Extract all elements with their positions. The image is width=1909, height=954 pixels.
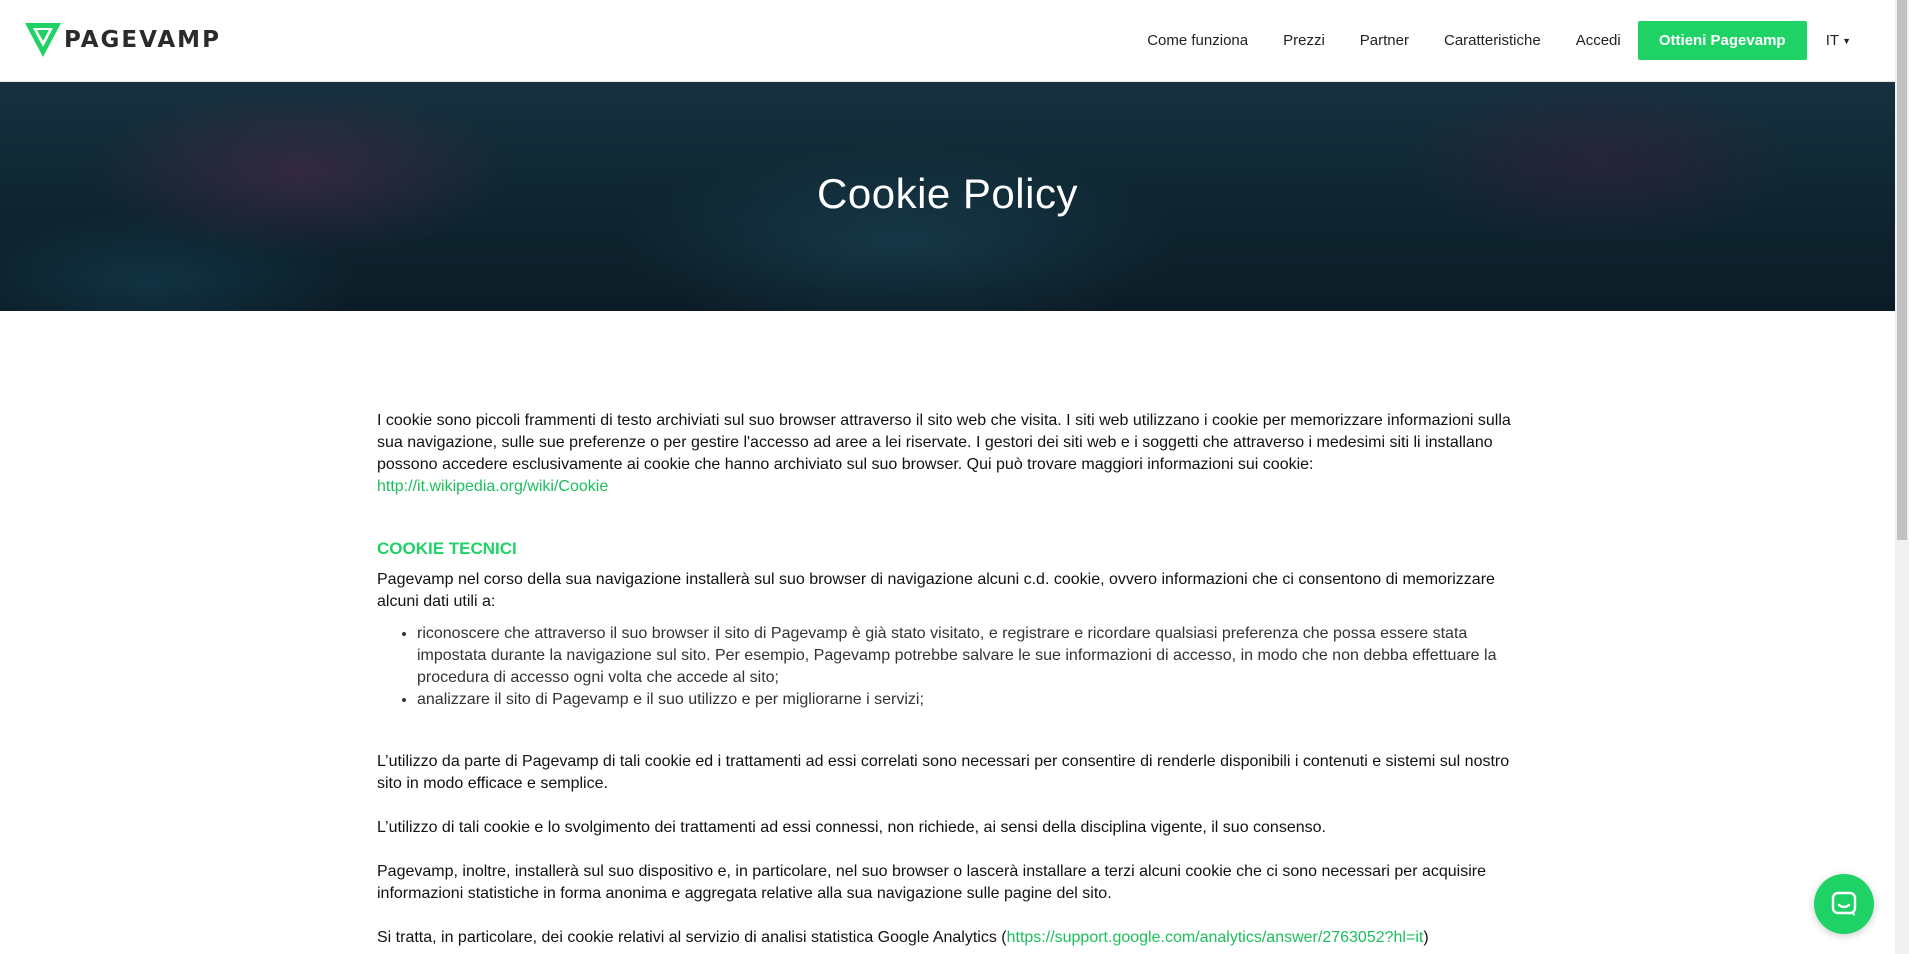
language-label: IT: [1825, 32, 1840, 49]
section-intro: Pagevamp nel corso della sua navigazione…: [377, 571, 1495, 610]
language-selector[interactable]: IT ▼: [1826, 32, 1851, 49]
list-item: analizzare il sito di Pagevamp e il suo …: [417, 689, 1512, 711]
intro-paragraph: I cookie sono piccoli frammenti di testo…: [377, 410, 1512, 498]
nav-caratteristiche[interactable]: Caratteristiche: [1444, 32, 1541, 49]
logo-text: PAGEVAMP: [64, 27, 221, 53]
nav-accedi[interactable]: Accedi: [1576, 32, 1621, 49]
chat-button[interactable]: [1814, 874, 1874, 934]
section-title-cookie-tecnici: COOKIE TECNICI: [377, 539, 517, 558]
pagevamp-v-logo-icon: [25, 23, 61, 57]
wikipedia-link[interactable]: http://it.wikipedia.org/wiki/Cookie: [377, 478, 608, 495]
intro-text: I cookie sono piccoli frammenti di testo…: [377, 412, 1511, 473]
nav-prezzi[interactable]: Prezzi: [1283, 32, 1325, 49]
site-header: PAGEVAMP Come funziona Prezzi Partner Ca…: [0, 0, 1895, 82]
get-pagevamp-button[interactable]: Ottieni Pagevamp: [1637, 21, 1807, 60]
scrollbar-thumb[interactable]: [1897, 0, 1907, 540]
page-title: Cookie Policy: [817, 170, 1078, 217]
logo[interactable]: PAGEVAMP: [25, 22, 221, 58]
scrollbar[interactable]: [1895, 0, 1909, 954]
ga-text-end: ): [1423, 929, 1429, 946]
nav-come-funziona[interactable]: Come funziona: [1147, 32, 1248, 49]
caret-down-icon: ▼: [1842, 35, 1851, 46]
usage-list: riconoscere che attraverso il suo browse…: [377, 623, 1512, 711]
paragraph: L’utilizzo di tali cookie e lo svolgimen…: [377, 819, 1326, 836]
policy-content: I cookie sono piccoli frammenti di testo…: [377, 410, 1512, 949]
chat-bubble-icon: [1831, 891, 1857, 916]
main-nav: Come funziona Prezzi Partner Caratterist…: [1147, 0, 1895, 81]
nav-partner[interactable]: Partner: [1360, 32, 1409, 49]
ga-text: Si tratta, in particolare, dei cookie re…: [377, 929, 1007, 946]
hero-banner: Cookie Policy: [0, 82, 1895, 311]
paragraph: L’utilizzo da parte di Pagevamp di tali …: [377, 753, 1510, 792]
paragraph: Pagevamp, inoltre, installerà sul suo di…: [377, 863, 1486, 902]
google-analytics-link[interactable]: https://support.google.com/analytics/ans…: [1007, 929, 1424, 946]
paragraph: Si tratta, in particolare, dei cookie re…: [377, 927, 1512, 949]
list-item: riconoscere che attraverso il suo browse…: [417, 623, 1512, 689]
